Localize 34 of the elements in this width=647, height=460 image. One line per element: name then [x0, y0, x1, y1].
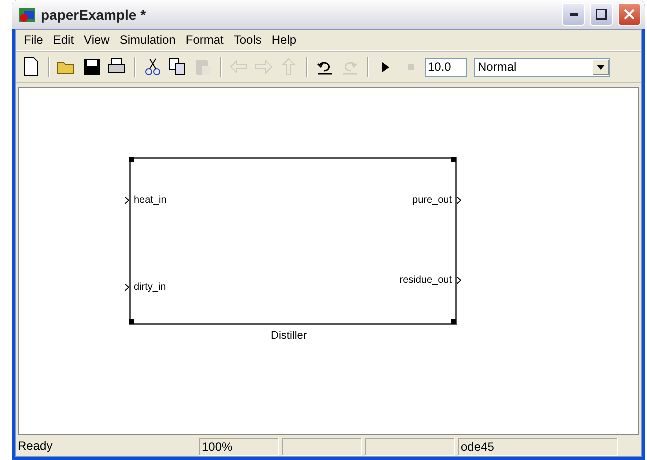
solver-name: ode45 — [458, 438, 618, 456]
menu-item[interactable]: View — [79, 33, 115, 47]
output-port-label: pure_out — [412, 195, 452, 206]
menu-item[interactable]: Help — [266, 33, 302, 47]
save-button[interactable] — [81, 56, 103, 78]
close-icon — [624, 9, 635, 20]
window-title: paperExample * — [41, 6, 148, 22]
resize-handle[interactable] — [129, 157, 134, 162]
minimize-button[interactable] — [562, 3, 585, 26]
zoom-level: 100% — [199, 438, 279, 456]
save-icon — [81, 56, 103, 78]
menu-item[interactable]: File — [19, 33, 48, 47]
block-name: Distiller — [271, 330, 308, 342]
maximize-icon — [596, 9, 607, 20]
menu-item[interactable]: Format — [180, 33, 229, 47]
stop-time-field[interactable]: 10.0 — [425, 58, 467, 76]
output-port-label: residue_out — [400, 275, 452, 286]
resize-handle[interactable] — [451, 157, 456, 162]
minimize-icon — [570, 13, 578, 16]
maximize-button[interactable] — [590, 3, 613, 26]
menu-item[interactable]: Edit — [48, 33, 80, 47]
menu-item[interactable]: Simulation — [114, 33, 181, 47]
resize-handle[interactable] — [451, 319, 456, 324]
stop-icon — [408, 64, 414, 70]
input-port-label: heat_in — [134, 195, 167, 206]
close-button[interactable] — [618, 3, 641, 26]
play-icon — [382, 62, 390, 72]
status-message: Ready — [17, 438, 54, 455]
mode-dropdown[interactable]: Normal — [474, 58, 610, 76]
dropdown-arrow-icon — [593, 60, 609, 74]
input-port-label: dirty_in — [134, 282, 166, 293]
resize-handle[interactable] — [129, 319, 134, 324]
menu-item[interactable]: Tools — [228, 33, 267, 47]
app-icon — [18, 6, 36, 22]
